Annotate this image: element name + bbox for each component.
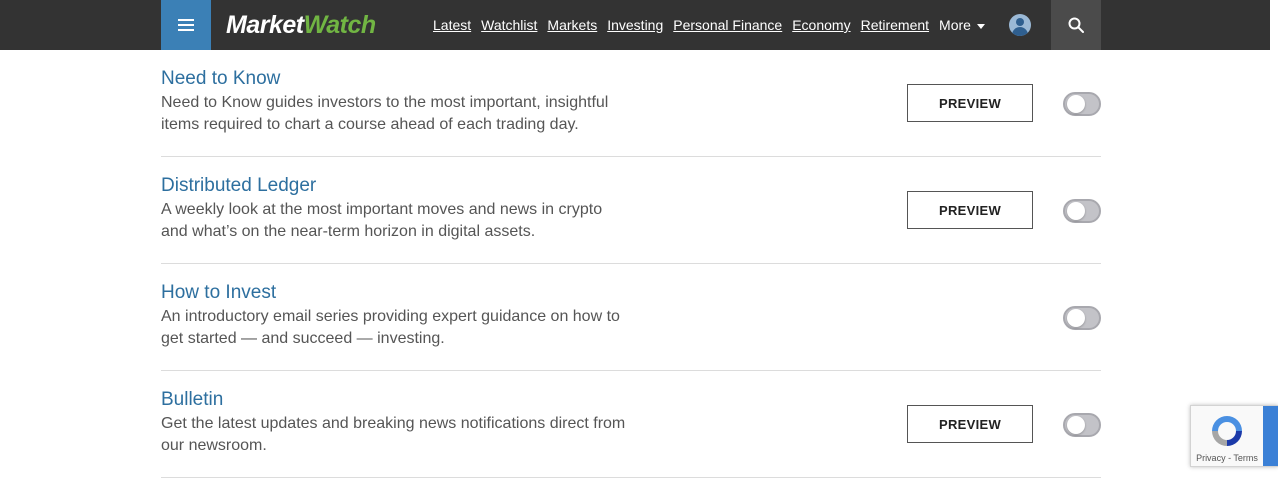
newsletter-item-need-to-know: Need to Know Need to Know guides investo… [161,50,1101,157]
search-button[interactable] [1051,0,1101,50]
newsletter-description: Get the latest updates and breaking news… [161,415,626,454]
subscribe-toggle[interactable] [1063,199,1101,223]
subscribe-toggle[interactable] [1063,92,1101,116]
recaptcha-icon [1212,416,1242,446]
marketwatch-logo[interactable]: MarketWatch [226,10,376,40]
nav-more-label: More [939,17,971,33]
top-navigation-bar: MarketWatch Latest Watchlist Markets Inv… [0,0,1270,50]
nav-link-investing[interactable]: Investing [607,17,663,33]
toggle-knob [1067,416,1085,434]
hamburger-icon [178,19,194,31]
newsletter-item-bulletin: Bulletin Get the latest updates and brea… [161,371,1101,478]
menu-button[interactable] [161,0,211,50]
newsletter-item-distributed-ledger: Distributed Ledger A weekly look at the … [161,157,1101,264]
preview-button[interactable]: PREVIEW [907,191,1033,229]
newsletter-description: An introductory email series providing e… [161,308,620,347]
newsletter-description: Need to Know guides investors to the mos… [161,94,609,133]
toggle-knob [1067,309,1085,327]
logo-text-market: Market [226,11,304,39]
main-nav: Latest Watchlist Markets Investing Perso… [433,0,985,50]
recaptcha-terms-link[interactable]: Terms [1233,453,1258,463]
recaptcha-side-tab [1263,406,1278,466]
newsletter-title[interactable]: Need to Know [161,68,280,90]
nav-link-personal-finance[interactable]: Personal Finance [673,17,782,33]
newsletter-description: A weekly look at the most important move… [161,201,603,240]
newsletter-title[interactable]: How to Invest [161,282,276,304]
newsletter-title[interactable]: Bulletin [161,389,223,411]
toggle-knob [1067,95,1085,113]
nav-link-latest[interactable]: Latest [433,17,471,33]
newsletter-list: Need to Know Need to Know guides investo… [161,50,1101,478]
caret-down-icon [976,23,985,29]
preview-button[interactable]: PREVIEW [907,405,1033,443]
recaptcha-privacy-link[interactable]: Privacy [1196,453,1226,463]
recaptcha-badge: Privacy - Terms [1190,405,1278,467]
search-icon [1068,17,1084,33]
toggle-knob [1067,202,1085,220]
newsletter-item-how-to-invest: How to Invest An introductory email seri… [161,264,1101,371]
newsletter-title[interactable]: Distributed Ledger [161,175,316,197]
subscribe-toggle[interactable] [1063,413,1101,437]
nav-link-retirement[interactable]: Retirement [861,17,929,33]
nav-link-watchlist[interactable]: Watchlist [481,17,537,33]
subscribe-toggle[interactable] [1063,306,1101,330]
nav-link-markets[interactable]: Markets [547,17,597,33]
user-account-button[interactable] [1009,14,1031,36]
nav-link-economy[interactable]: Economy [792,17,850,33]
recaptcha-links: Privacy - Terms [1191,453,1263,463]
preview-button[interactable]: PREVIEW [907,84,1033,122]
nav-more-dropdown[interactable]: More [939,17,985,33]
logo-text-watch: Watch [303,11,377,39]
